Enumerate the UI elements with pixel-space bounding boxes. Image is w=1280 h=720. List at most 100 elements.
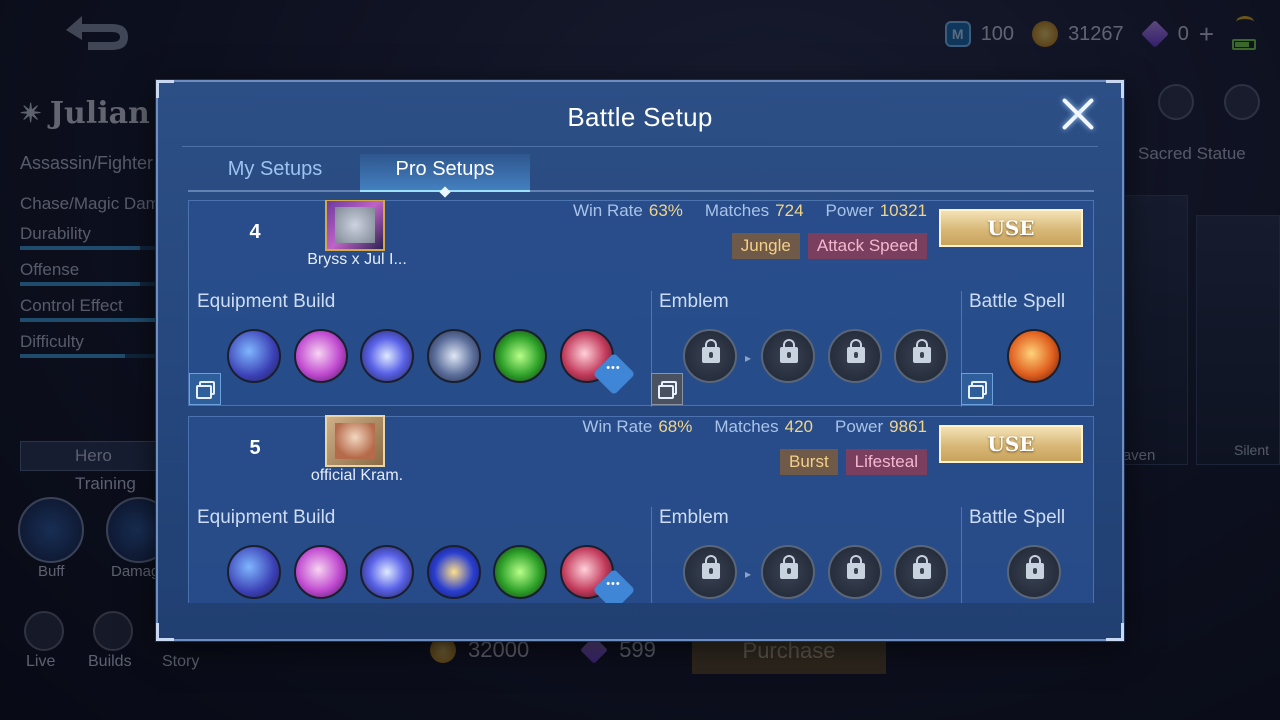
live-icon[interactable] [24, 611, 64, 651]
orb-icon[interactable] [360, 545, 414, 599]
dialog-title: Battle Setup [567, 102, 713, 132]
trident-icon[interactable] [426, 329, 481, 383]
back-arrow-icon[interactable] [58, 10, 136, 54]
tag-burst: Burst [779, 449, 838, 475]
ticket-icon: M [944, 21, 971, 47]
status-indicators [1232, 14, 1260, 54]
setup-stats: Win Rate 63% Matches 724 Power 10321 [573, 201, 927, 221]
setup-rank: 4 [249, 221, 261, 243]
tag-jungle: Jungle [731, 233, 800, 259]
crystal-icon[interactable] [493, 545, 547, 599]
hero-info-panel: ✴ Julian Assassin/Fighter Chase/Magic Da… [20, 96, 188, 358]
copy-emblem-icon[interactable] [651, 373, 683, 405]
copy-build-icon[interactable] [189, 373, 221, 405]
skin-sacred-statue[interactable]: Sacred Statue [1138, 144, 1246, 164]
player-name: Bryss x Jul I... [307, 251, 407, 268]
feather-icon[interactable] [293, 545, 348, 599]
locked-talent-icon[interactable] [761, 329, 815, 383]
volume-icon[interactable] [1158, 84, 1194, 120]
feather-icon[interactable] [293, 329, 348, 383]
matches-value: 724 [775, 201, 804, 220]
use-button[interactable]: USE [939, 425, 1083, 463]
diamond-icon [1140, 20, 1169, 48]
win-rate-value: 63% [648, 201, 683, 220]
stat-bar [20, 354, 170, 358]
close-icon[interactable] [1060, 96, 1096, 132]
locked-talent-icon[interactable] [761, 545, 815, 599]
player-avatar[interactable] [325, 200, 385, 251]
setup-tags: Burst Lifesteal [779, 449, 927, 475]
orb-icon[interactable] [360, 329, 414, 383]
builds-icon[interactable] [93, 611, 133, 651]
section-divider [651, 507, 652, 603]
stat-bar [20, 282, 170, 286]
stat-durability: Durability [20, 224, 170, 250]
battle-spell [1007, 329, 1074, 383]
locked-talent-icon[interactable] [683, 545, 737, 599]
locked-talent-icon[interactable] [683, 329, 737, 383]
tab-pro-setups[interactable]: Pro Setups [360, 154, 530, 192]
diamond-currency: 0 + [1140, 19, 1214, 50]
emblem-title: Emblem [659, 291, 729, 312]
battery-icon [1232, 39, 1256, 50]
emblem-talents [683, 329, 961, 383]
title-divider [182, 146, 1098, 147]
wifi-icon [1236, 16, 1254, 28]
matches-label: Matches [704, 201, 770, 220]
crystal-icon[interactable] [493, 329, 547, 383]
locked-talent-icon[interactable] [894, 329, 948, 383]
equipment-items [227, 545, 626, 599]
power-value: 9861 [889, 417, 927, 436]
setup-tabs: My Setups Pro Setups [188, 154, 1094, 192]
pro-setups-list[interactable]: 4 Bryss x Jul I... Win Rate 63% Matches 72… [188, 200, 1094, 603]
stat-offense: Offense [20, 260, 170, 286]
battle-setup-dialog: Battle Setup My Setups Pro Setups 4 Brys… [156, 80, 1124, 641]
story-label[interactable]: Story [162, 653, 199, 671]
locked-talent-icon[interactable] [827, 545, 882, 599]
section-divider [961, 507, 962, 603]
skin-card[interactable] [1124, 195, 1188, 465]
fullscreen-icon[interactable] [1224, 84, 1260, 120]
locked-talent-icon[interactable] [827, 329, 882, 383]
ticket-count: 100 [980, 22, 1015, 45]
stat-control-effect: Control Effect [20, 296, 170, 322]
hero-role: Assassin/Fighter [20, 153, 154, 173]
copy-spell-icon[interactable] [961, 373, 993, 405]
use-button[interactable]: USE [939, 209, 1083, 247]
boots-icon[interactable] [227, 329, 281, 383]
retribution-icon[interactable] [1007, 329, 1061, 383]
player-avatar[interactable] [325, 415, 385, 467]
builds-label: Builds [88, 653, 132, 670]
diamond-count: 0 [1177, 22, 1189, 45]
equipment-items [227, 329, 626, 383]
battle-spell-title: Battle Spell [969, 507, 1066, 528]
currency-bar: M 100 31267 0 + [944, 14, 1260, 54]
tab-my-setups[interactable]: My Setups [200, 154, 350, 192]
locked-spell-icon[interactable] [1007, 545, 1061, 599]
battle-spell [1007, 545, 1074, 599]
setup-stats: Win Rate 68% Matches 420 Power 9861 [582, 417, 927, 437]
stat-label: Durability [20, 224, 91, 243]
boots-icon[interactable] [227, 545, 281, 599]
stat-label: Offense [20, 260, 80, 279]
power-value: 10321 [879, 201, 927, 220]
power-label: Power [825, 201, 874, 220]
gold-currency: 31267 [1032, 21, 1124, 47]
gold-coin-icon [1032, 21, 1059, 47]
buff-tab-icon[interactable] [18, 497, 84, 563]
wand-icon[interactable] [426, 545, 481, 599]
emblem-title: Emblem [659, 507, 729, 528]
add-diamonds-button[interactable]: + [1199, 19, 1214, 50]
stat-label: Difficulty [20, 332, 84, 351]
gold-count: 31267 [1068, 22, 1124, 45]
chevron-right-icon: ▸ [745, 567, 752, 581]
win-rate-value: 68% [658, 417, 693, 436]
setup-tags: Jungle Attack Speed [731, 233, 927, 259]
hero-training-button[interactable]: Hero Training [20, 441, 170, 493]
win-rate-label: Win Rate [582, 417, 653, 436]
stat-bar [20, 246, 170, 250]
equipment-build-title: Equipment Build [197, 507, 336, 528]
locked-talent-icon[interactable] [894, 545, 948, 599]
skin-silent-label: Silent [1234, 442, 1270, 458]
skin-card[interactable] [1196, 215, 1280, 465]
